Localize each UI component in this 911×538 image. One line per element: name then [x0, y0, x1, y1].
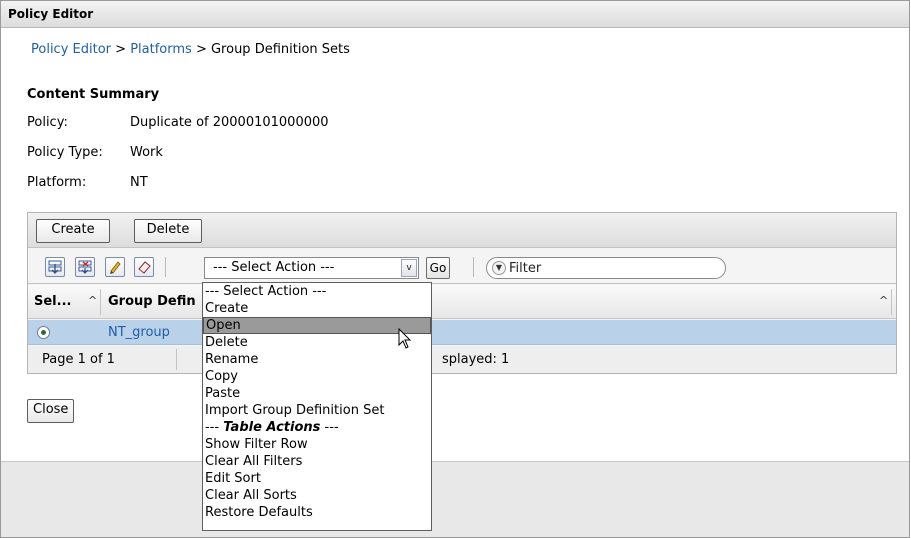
table-header: Sel... ^ Group Defin ^ [28, 285, 896, 319]
menu-item-rename[interactable]: Rename [203, 351, 431, 368]
table-toolbar: --- Select Action --- v Go ▼ [28, 248, 896, 284]
page-indicator: Page 1 of 1 [42, 352, 115, 367]
radio-selected-dot [41, 330, 46, 335]
menu-item-open[interactable]: Open [203, 317, 431, 334]
window-title: Policy Editor [1, 1, 909, 28]
filter-field[interactable]: ▼ [486, 257, 726, 279]
sort-icon[interactable]: ^ [879, 294, 888, 307]
edit-icon[interactable] [105, 257, 125, 277]
menu-group-table-actions: --- Table Actions --- [203, 419, 431, 436]
policy-editor-window: Policy Editor Policy Editor > Platforms … [0, 0, 910, 538]
deselect-all-icon[interactable] [75, 257, 95, 277]
clear-icon[interactable] [134, 257, 154, 277]
platform-value: NT [130, 175, 148, 190]
go-button[interactable]: Go [426, 257, 450, 279]
footer-band [1, 461, 909, 537]
menu-item-import-group-definition-set[interactable]: Import Group Definition Set [203, 402, 431, 419]
close-button[interactable]: Close [27, 399, 75, 423]
menu-item-delete[interactable]: Delete [203, 334, 431, 351]
breadcrumb-separator: > [115, 42, 127, 57]
table-row[interactable]: NT_group [28, 320, 896, 345]
menu-item-edit-sort[interactable]: Edit Sort [203, 470, 431, 487]
filter-dropdown-icon[interactable]: ▼ [492, 261, 506, 275]
pagination-bar: Page 1 of 1 splayed: 1 [28, 346, 896, 373]
create-button[interactable]: Create [36, 219, 110, 243]
row-select-radio[interactable] [37, 326, 50, 339]
select-all-icon[interactable] [45, 257, 65, 277]
content-summary-title: Content Summary [27, 87, 160, 102]
select-action-dropdown[interactable]: --- Select Action --- v [204, 257, 419, 279]
platform-label: Platform: [27, 175, 87, 190]
column-divider [100, 289, 101, 315]
select-action-value: --- Select Action --- [213, 260, 335, 275]
group-label: Table Actions [223, 420, 321, 435]
breadcrumb-policy-editor[interactable]: Policy Editor [31, 42, 111, 57]
menu-item-copy[interactable]: Copy [203, 368, 431, 385]
breadcrumb: Policy Editor > Platforms > Group Defini… [31, 42, 350, 57]
select-action-menu: --- Select Action --- Create Open Delete… [202, 282, 432, 531]
toolbar-divider [473, 257, 474, 277]
breadcrumb-platforms[interactable]: Platforms [130, 42, 192, 57]
group-dash: --- [320, 420, 339, 435]
pagination-divider [176, 349, 177, 370]
menu-item-show-filter-row[interactable]: Show Filter Row [203, 436, 431, 453]
rows-displayed-count: splayed: 1 [442, 352, 510, 367]
delete-button[interactable]: Delete [134, 219, 202, 243]
chevron-down-icon[interactable]: v [401, 259, 417, 277]
policy-type-label: Policy Type: [27, 145, 103, 160]
policy-value: Duplicate of 20000101000000 [130, 115, 329, 130]
menu-item-create[interactable]: Create [203, 300, 431, 317]
policy-label: Policy: [27, 115, 68, 130]
column-divider [891, 289, 892, 315]
breadcrumb-current: Group Definition Sets [210, 42, 350, 57]
sort-icon[interactable]: ^ [88, 294, 97, 307]
group-definition-link[interactable]: NT_group [108, 325, 170, 340]
mouse-cursor-icon [398, 328, 412, 349]
toolbar-divider [165, 257, 166, 277]
menu-item-clear-all-sorts[interactable]: Clear All Sorts [203, 487, 431, 504]
policy-type-value: Work [130, 145, 163, 160]
group-definition-table: Create Delete --- Select Action --- v Go… [27, 212, 897, 374]
menu-item-select-action[interactable]: --- Select Action --- [203, 283, 431, 300]
column-group-definition-header[interactable]: Group Defin [108, 294, 196, 309]
menu-item-restore-defaults[interactable]: Restore Defaults [203, 504, 431, 521]
group-dash: --- [205, 420, 224, 435]
filter-input[interactable] [509, 259, 709, 277]
table-button-bar: Create Delete [28, 213, 896, 248]
menu-item-clear-all-filters[interactable]: Clear All Filters [203, 453, 431, 470]
column-select-header[interactable]: Sel... [34, 294, 71, 309]
breadcrumb-separator: > [195, 42, 207, 57]
menu-item-paste[interactable]: Paste [203, 385, 431, 402]
